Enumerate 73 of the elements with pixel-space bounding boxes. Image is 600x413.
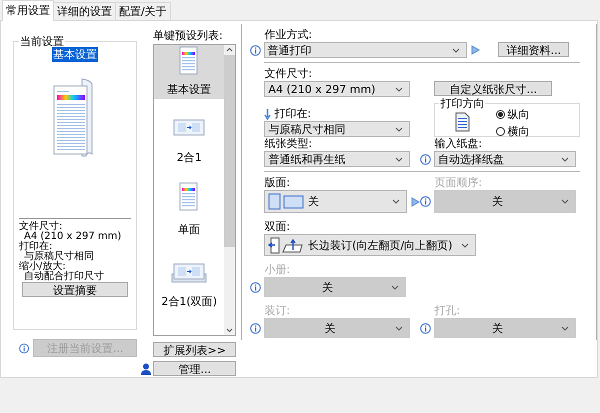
dropdown[interactable]: 与原稿尺寸相同 [264, 121, 410, 137]
preset-item[interactable]: 单面 [154, 171, 224, 243]
detail-label: 缩小/放大: [19, 262, 66, 272]
info-icon [250, 322, 262, 334]
scrollbar[interactable] [224, 45, 236, 335]
field-label: 装订: [264, 304, 290, 318]
chevron-down-icon [561, 326, 570, 330]
radio-option[interactable]: 横向 [496, 124, 530, 139]
field-label: 页面顺序: [434, 176, 482, 190]
dropdown[interactable]: 普通打印 [264, 42, 468, 58]
group-title: 当前设置 [19, 34, 65, 49]
field-label: 文件尺寸: [264, 67, 312, 81]
info-icon [19, 342, 30, 354]
detail-value: A4 (210 x 297 mm) [24, 232, 122, 242]
radio-button[interactable] [496, 110, 506, 119]
preset-item[interactable]: 2合1(双面) [154, 243, 224, 315]
manage-button[interactable]: 管理... [153, 361, 236, 376]
details-button[interactable]: 详细资料... [498, 42, 570, 57]
chevron-down-icon [561, 199, 570, 204]
detail-value: 与原稿尺寸相同 [24, 252, 95, 262]
radio-button[interactable] [496, 127, 506, 136]
preset-item[interactable]: 基本设置 [154, 45, 224, 99]
radio-label: 横向 [507, 124, 530, 139]
group-title: 打印方向 [439, 96, 486, 111]
play-icon [471, 45, 480, 55]
detail-value: 自动配合打印尺寸 [24, 272, 105, 282]
info-icon [420, 154, 432, 164]
chevron-down-icon [461, 242, 470, 248]
duplex-binding-icon [268, 236, 304, 254]
preset-name: 基本设置 [52, 47, 98, 62]
info-icon [420, 322, 432, 334]
detail-label: 文件尺寸: [19, 222, 62, 232]
page-layout-icon [268, 193, 304, 210]
chevron-down-icon [395, 156, 404, 162]
field-label: 打孔: [434, 304, 460, 318]
chevron-down-icon [395, 326, 404, 330]
field-label: 打印在: [274, 107, 312, 121]
dropdown[interactable]: 关 [264, 190, 408, 213]
portrait-page-icon [455, 112, 470, 132]
radio-label: 纵向 [507, 107, 530, 122]
dropdown[interactable]: 长边装订(向左翻页/向上翻页) [264, 234, 476, 256]
custom-size-button[interactable]: 自定义纸张尺寸... [434, 81, 552, 96]
field-label: 输入纸盘: [434, 137, 482, 151]
play-icon [411, 196, 420, 206]
document-icon [179, 182, 200, 212]
user-icon [141, 362, 151, 374]
arrow-down-icon [264, 108, 272, 120]
chevron-down-icon [392, 199, 400, 204]
list-title: 单键预设列表: [153, 30, 224, 42]
expand-list-button[interactable]: 扩展列表>> [153, 342, 236, 357]
two-pages-icon [170, 262, 208, 284]
field-label: 小册: [264, 263, 290, 277]
chevron-down-icon [395, 126, 404, 132]
field-label: 纸张类型: [264, 137, 312, 151]
chevron-down-icon [391, 284, 400, 290]
field-label: 双面: [264, 220, 290, 234]
info-icon [250, 282, 262, 292]
dropdown[interactable]: 普通纸和再生纸 [264, 151, 410, 167]
dropdown[interactable]: 自动选择纸盘 [434, 151, 576, 167]
field-label: 作业方式: [264, 28, 312, 42]
radio-option[interactable]: 纵向 [496, 107, 530, 122]
dropdown[interactable]: A4 (210 x 297 mm) [264, 81, 410, 97]
info-icon [420, 196, 432, 207]
preset-item[interactable]: 2合1 [154, 99, 224, 171]
chevron-down-icon [561, 156, 570, 162]
summary-button[interactable]: 设置摘要 [22, 282, 128, 297]
info-icon [250, 44, 262, 56]
chevron-down-icon [452, 48, 460, 52]
field-label: 版面: [264, 176, 290, 190]
chevron-down-icon [395, 86, 404, 92]
tab[interactable]: 常用设置 [2, 0, 54, 21]
detail-label: 打印在: [19, 242, 52, 252]
tab[interactable]: 配置/关于 [115, 2, 171, 20]
